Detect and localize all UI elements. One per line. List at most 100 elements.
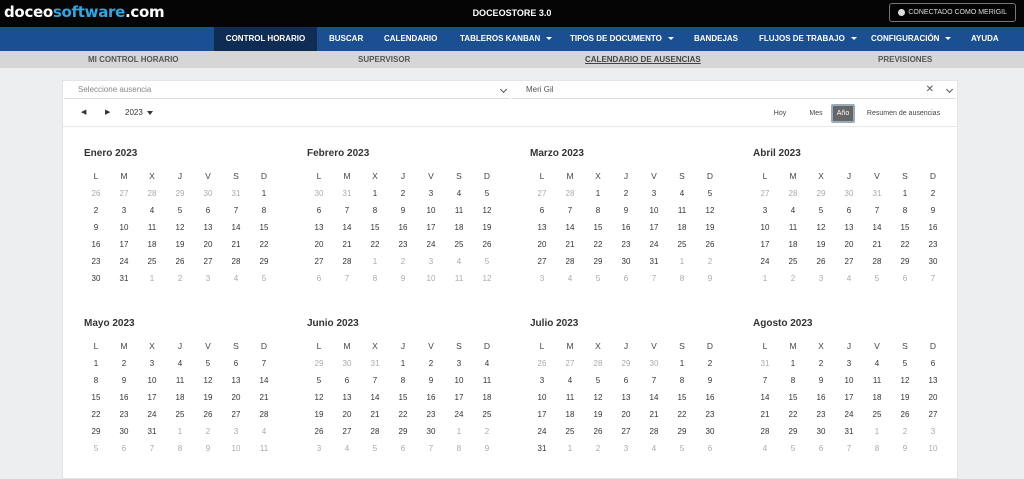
day-cell[interactable]: 13 <box>194 219 222 236</box>
day-cell[interactable]: 21 <box>640 406 668 423</box>
day-cell[interactable]: 23 <box>807 406 835 423</box>
day-cell[interactable]: 29 <box>891 253 919 270</box>
day-cell[interactable]: 28 <box>640 423 668 440</box>
day-cell-outside[interactable]: 4 <box>222 270 250 287</box>
day-cell-outside[interactable]: 9 <box>473 440 501 457</box>
day-cell[interactable]: 12 <box>473 202 501 219</box>
day-cell[interactable]: 25 <box>668 236 696 253</box>
day-cell[interactable]: 5 <box>305 372 333 389</box>
day-cell[interactable]: 10 <box>751 219 779 236</box>
day-cell-outside[interactable]: 6 <box>305 270 333 287</box>
day-cell[interactable]: 18 <box>445 219 473 236</box>
day-cell[interactable]: 26 <box>473 236 501 253</box>
day-cell-outside[interactable]: 7 <box>417 440 445 457</box>
day-cell[interactable]: 11 <box>863 372 891 389</box>
day-cell[interactable]: 30 <box>919 253 947 270</box>
day-cell[interactable]: 2 <box>417 355 445 372</box>
day-cell[interactable]: 18 <box>473 389 501 406</box>
nav-ayuda[interactable]: AYUDA <box>971 27 999 51</box>
day-cell[interactable]: 16 <box>807 389 835 406</box>
day-cell-outside[interactable]: 28 <box>779 185 807 202</box>
day-cell[interactable]: 14 <box>556 219 584 236</box>
day-cell[interactable]: 29 <box>82 423 110 440</box>
day-cell-outside[interactable]: 5 <box>584 270 612 287</box>
day-cell[interactable]: 13 <box>528 219 556 236</box>
day-cell[interactable]: 15 <box>250 219 278 236</box>
day-cell[interactable]: 4 <box>668 185 696 202</box>
day-cell-outside[interactable]: 9 <box>389 270 417 287</box>
subnav-supervisor[interactable]: SUPERVISOR <box>358 51 410 68</box>
day-cell[interactable]: 17 <box>417 219 445 236</box>
day-cell[interactable]: 9 <box>919 202 947 219</box>
day-cell[interactable]: 9 <box>389 202 417 219</box>
day-cell[interactable]: 10 <box>417 202 445 219</box>
day-cell[interactable]: 23 <box>82 253 110 270</box>
day-cell[interactable]: 1 <box>779 355 807 372</box>
day-cell[interactable]: 9 <box>417 372 445 389</box>
day-cell[interactable]: 8 <box>389 372 417 389</box>
day-cell[interactable]: 15 <box>389 389 417 406</box>
day-cell[interactable]: 20 <box>528 236 556 253</box>
day-cell-outside[interactable]: 5 <box>863 270 891 287</box>
day-cell[interactable]: 22 <box>891 236 919 253</box>
day-cell[interactable]: 8 <box>361 202 389 219</box>
day-cell[interactable]: 20 <box>305 236 333 253</box>
connected-user-button[interactable]: CONECTADO COMO MERIGIL <box>889 3 1016 22</box>
day-cell-outside[interactable]: 7 <box>333 270 361 287</box>
next-year-button[interactable]: ▶ <box>105 108 110 116</box>
day-cell[interactable]: 21 <box>222 236 250 253</box>
absence-select[interactable]: Seleccione ausencia <box>64 82 510 99</box>
day-cell[interactable]: 6 <box>919 355 947 372</box>
day-cell[interactable]: 7 <box>751 372 779 389</box>
day-cell[interactable]: 23 <box>696 406 724 423</box>
day-cell[interactable]: 4 <box>556 372 584 389</box>
day-cell-outside[interactable]: 4 <box>640 440 668 457</box>
day-cell[interactable]: 22 <box>668 406 696 423</box>
user-select[interactable]: Meri Gil ✕ <box>512 82 956 99</box>
day-cell[interactable]: 1 <box>668 355 696 372</box>
day-cell-outside[interactable]: 2 <box>166 270 194 287</box>
day-cell[interactable]: 13 <box>222 372 250 389</box>
day-cell-outside[interactable]: 4 <box>751 440 779 457</box>
day-cell[interactable]: 22 <box>779 406 807 423</box>
day-cell-outside[interactable]: 5 <box>473 253 501 270</box>
day-cell-outside[interactable]: 27 <box>110 185 138 202</box>
day-cell[interactable]: 17 <box>528 406 556 423</box>
day-cell[interactable]: 1 <box>389 355 417 372</box>
day-cell[interactable]: 19 <box>891 389 919 406</box>
day-cell[interactable]: 6 <box>528 202 556 219</box>
day-cell[interactable]: 31 <box>110 270 138 287</box>
day-cell[interactable]: 24 <box>445 406 473 423</box>
day-cell[interactable]: 7 <box>640 372 668 389</box>
absence-summary-button[interactable]: Resumen de ausencias <box>861 104 946 123</box>
day-cell-outside[interactable]: 1 <box>863 423 891 440</box>
day-cell[interactable]: 15 <box>779 389 807 406</box>
nav-flujos-trabajo[interactable]: FLUJOS DE TRABAJO <box>759 27 857 51</box>
day-cell[interactable]: 14 <box>751 389 779 406</box>
day-cell-outside[interactable]: 9 <box>194 440 222 457</box>
day-cell[interactable]: 21 <box>556 236 584 253</box>
day-cell[interactable]: 5 <box>891 355 919 372</box>
day-cell[interactable]: 30 <box>696 423 724 440</box>
day-cell[interactable]: 16 <box>82 236 110 253</box>
day-cell-outside[interactable]: 3 <box>807 270 835 287</box>
nav-bandejas[interactable]: BANDEJAS <box>694 27 738 51</box>
day-cell[interactable]: 11 <box>473 372 501 389</box>
day-cell-outside[interactable]: 4 <box>333 440 361 457</box>
day-cell[interactable]: 24 <box>417 236 445 253</box>
day-cell[interactable]: 22 <box>584 236 612 253</box>
day-cell[interactable]: 27 <box>612 423 640 440</box>
day-cell-outside[interactable]: 31 <box>863 185 891 202</box>
day-cell[interactable]: 9 <box>82 219 110 236</box>
nav-control-horario[interactable]: CONTROL HORARIO <box>214 27 317 51</box>
day-cell[interactable]: 30 <box>807 423 835 440</box>
day-cell-outside[interactable]: 4 <box>445 253 473 270</box>
day-cell[interactable]: 10 <box>110 219 138 236</box>
day-cell-outside[interactable]: 6 <box>807 440 835 457</box>
day-cell[interactable]: 8 <box>779 372 807 389</box>
day-cell[interactable]: 6 <box>222 355 250 372</box>
day-cell[interactable]: 22 <box>361 236 389 253</box>
day-cell[interactable]: 14 <box>361 389 389 406</box>
day-cell[interactable]: 17 <box>445 389 473 406</box>
day-cell[interactable]: 17 <box>640 219 668 236</box>
